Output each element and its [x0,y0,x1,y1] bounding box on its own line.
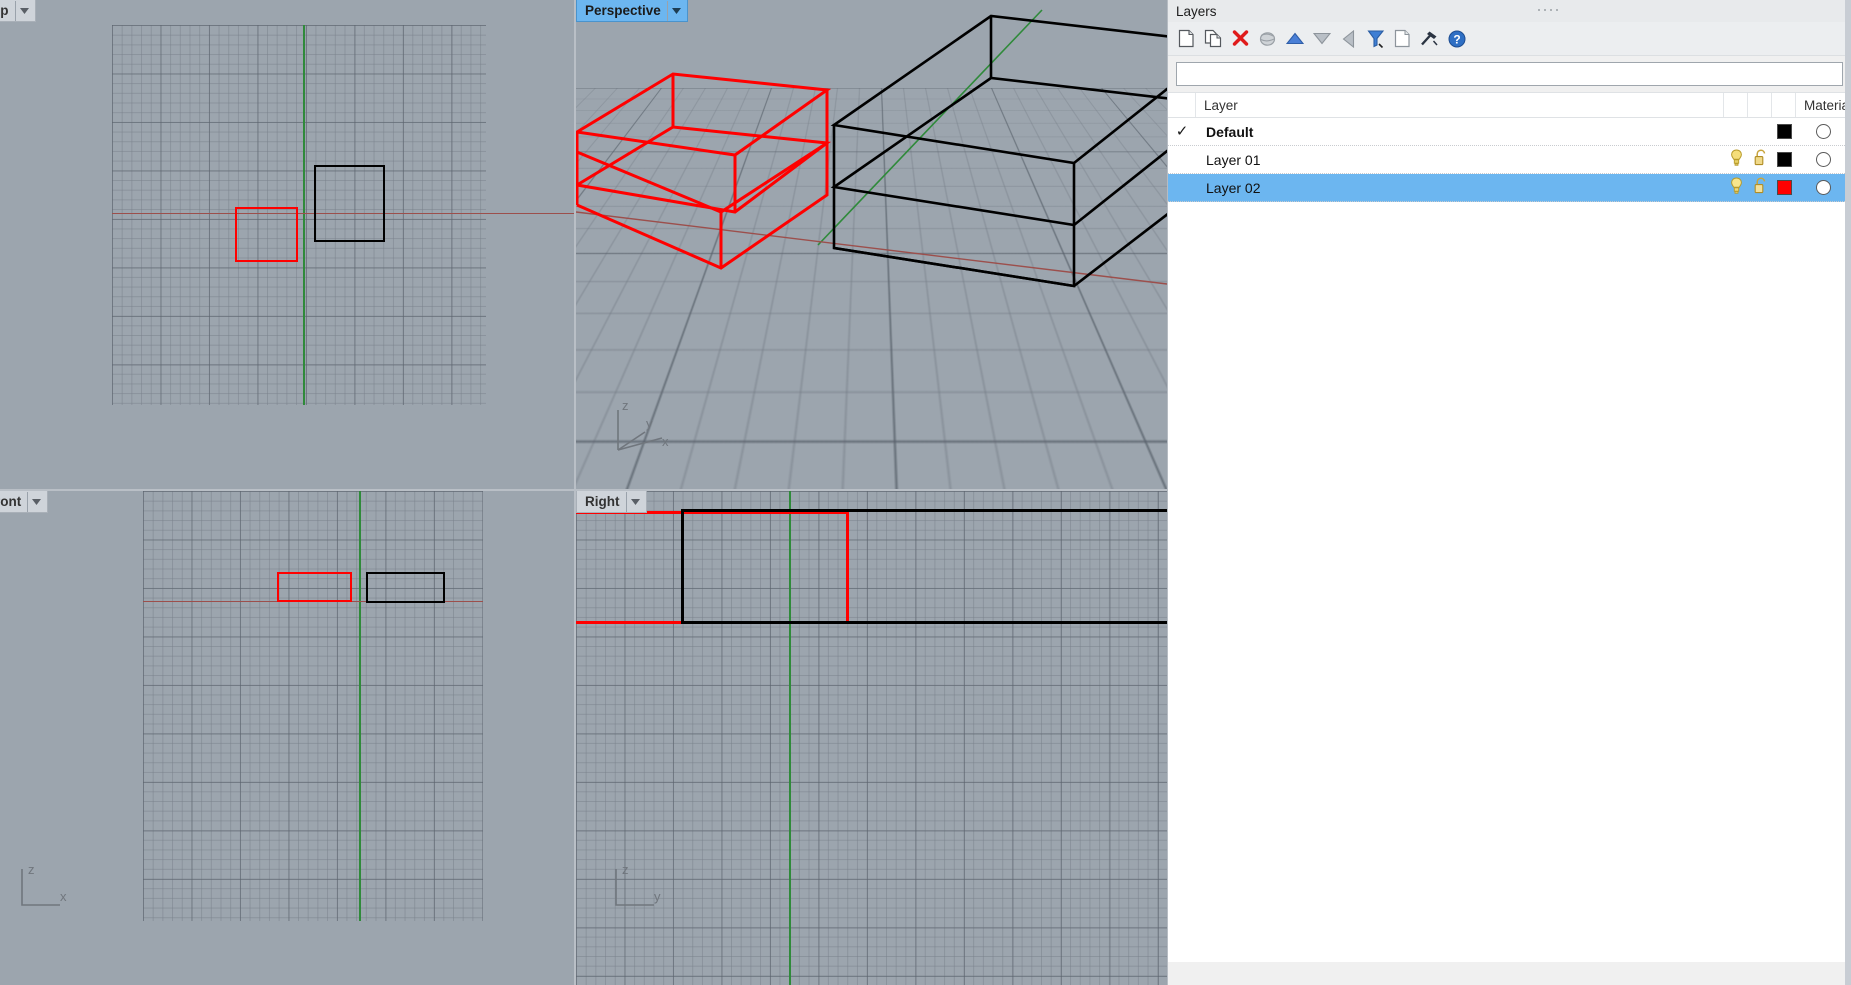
layer-color-swatch[interactable] [1772,118,1796,145]
material-sphere-icon [1816,180,1831,195]
layer-visibility-toggle[interactable] [1724,146,1748,173]
move-left-icon[interactable] [1338,28,1359,49]
unlock-padlock-icon [1754,148,1767,171]
chevron-down-icon[interactable] [27,491,45,512]
column-header-visibility[interactable] [1724,93,1748,117]
table-row[interactable]: Layer 01 [1168,146,1851,174]
chevron-down-icon[interactable] [666,0,685,21]
table-row[interactable]: ✓ Default [1168,118,1851,146]
layers-panel-title: Layers [1176,3,1217,19]
svg-text:?: ? [1453,32,1460,46]
color-swatch [1776,180,1792,195]
panel-right-edge [1845,0,1851,985]
object-red-rect-top[interactable] [235,207,298,262]
layer-lock-toggle[interactable] [1748,146,1772,173]
layer-lock-toggle[interactable] [1748,118,1772,145]
tools-icon[interactable] [1419,28,1440,49]
checkmark-icon: ✓ [1175,123,1189,140]
perspective-geometry [576,9,1167,288]
move-up-icon[interactable] [1284,28,1305,49]
delete-layer-icon[interactable] [1230,28,1251,49]
layer-color-swatch[interactable] [1772,146,1796,173]
viewport-top[interactable]: op y x [0,0,574,489]
viewport-title-right-label: Right [585,494,620,509]
viewport-title-right[interactable]: Right [576,491,647,513]
layer-lock-toggle[interactable] [1748,174,1772,201]
viewport-title-top-label: op [0,3,9,18]
material-sphere-icon [1816,152,1831,167]
layer-visibility-toggle[interactable] [1724,174,1748,201]
column-header-layer[interactable]: Layer [1196,93,1724,117]
table-row[interactable]: Layer 02 [1168,174,1851,202]
layer-visibility-toggle[interactable] [1724,118,1748,145]
viewport-title-perspective[interactable]: Perspective [576,0,688,22]
chevron-down-icon[interactable] [625,491,644,512]
layers-panel: Layers ? Layer Materia ✓ Default Layer 0… [1167,0,1851,985]
axis-z-line-front [359,491,361,921]
viewport-grid: op y x [0,0,1167,985]
layer-name[interactable]: Default [1196,118,1724,145]
layers-panel-titlebar: Layers [1168,0,1851,22]
move-down-icon[interactable] [1311,28,1332,49]
layer-name[interactable]: Layer 02 [1196,174,1724,201]
layer-material[interactable] [1796,146,1851,173]
select-objects-icon[interactable] [1257,28,1278,49]
layer-material[interactable] [1796,174,1851,201]
help-icon[interactable]: ? [1446,28,1467,49]
new-layer-icon[interactable] [1176,28,1197,49]
layer-table-header: Layer Materia [1168,92,1851,118]
material-sphere-icon [1816,124,1831,139]
lightbulb-icon [1730,148,1743,171]
layer-material[interactable] [1796,118,1851,145]
layer-table-empty-space [1168,202,1851,962]
viewport-title-top[interactable]: op [0,0,36,22]
column-header-lock[interactable] [1748,93,1772,117]
grid-top [112,25,486,405]
grid-front [143,491,483,921]
viewport-perspective[interactable]: Perspective z y x [576,0,1167,489]
object-black-box-perspective [830,14,1167,288]
object-black-rect-top[interactable] [314,165,385,242]
column-header-color[interactable] [1772,93,1796,117]
color-swatch [1776,152,1792,167]
viewport-title-front-label: ront [0,494,22,509]
layer-color-swatch[interactable] [1772,174,1796,201]
filter-icon[interactable] [1365,28,1386,49]
viewport-title-front[interactable]: ront [0,491,49,513]
column-header-material[interactable]: Materia [1796,93,1851,117]
layer-name[interactable]: Layer 01 [1196,146,1724,173]
column-header-current [1168,93,1196,117]
lightbulb-icon [1730,176,1743,199]
color-swatch [1776,124,1792,139]
layer-search-input[interactable] [1176,62,1843,86]
duplicate-layer-icon[interactable] [1203,28,1224,49]
object-red-rect-front[interactable] [277,572,352,602]
layer-search-container [1168,56,1851,92]
object-black-rect-front[interactable] [366,572,445,603]
layer-table-body: ✓ Default Layer 01 Layer 02 [1168,118,1851,962]
current-layer-checkmark[interactable] [1168,146,1196,173]
viewport-right[interactable]: Right z y [576,491,1167,985]
viewport-title-perspective-label: Perspective [585,3,661,18]
panel-grip-dots[interactable] [1538,9,1558,11]
object-black-rect-right[interactable] [681,509,1167,624]
layers-toolbar: ? [1168,22,1851,56]
object-red-box-perspective [576,72,832,270]
viewport-front[interactable]: ront z x [0,491,574,985]
axis-y-line-top [303,25,305,405]
chevron-down-icon[interactable] [14,0,33,21]
current-layer-checkmark[interactable]: ✓ [1168,118,1196,145]
properties-page-icon[interactable] [1392,28,1413,49]
current-layer-checkmark[interactable] [1168,174,1196,201]
rhino-application-window: op y x [0,0,1851,985]
unlock-padlock-icon [1754,176,1767,199]
